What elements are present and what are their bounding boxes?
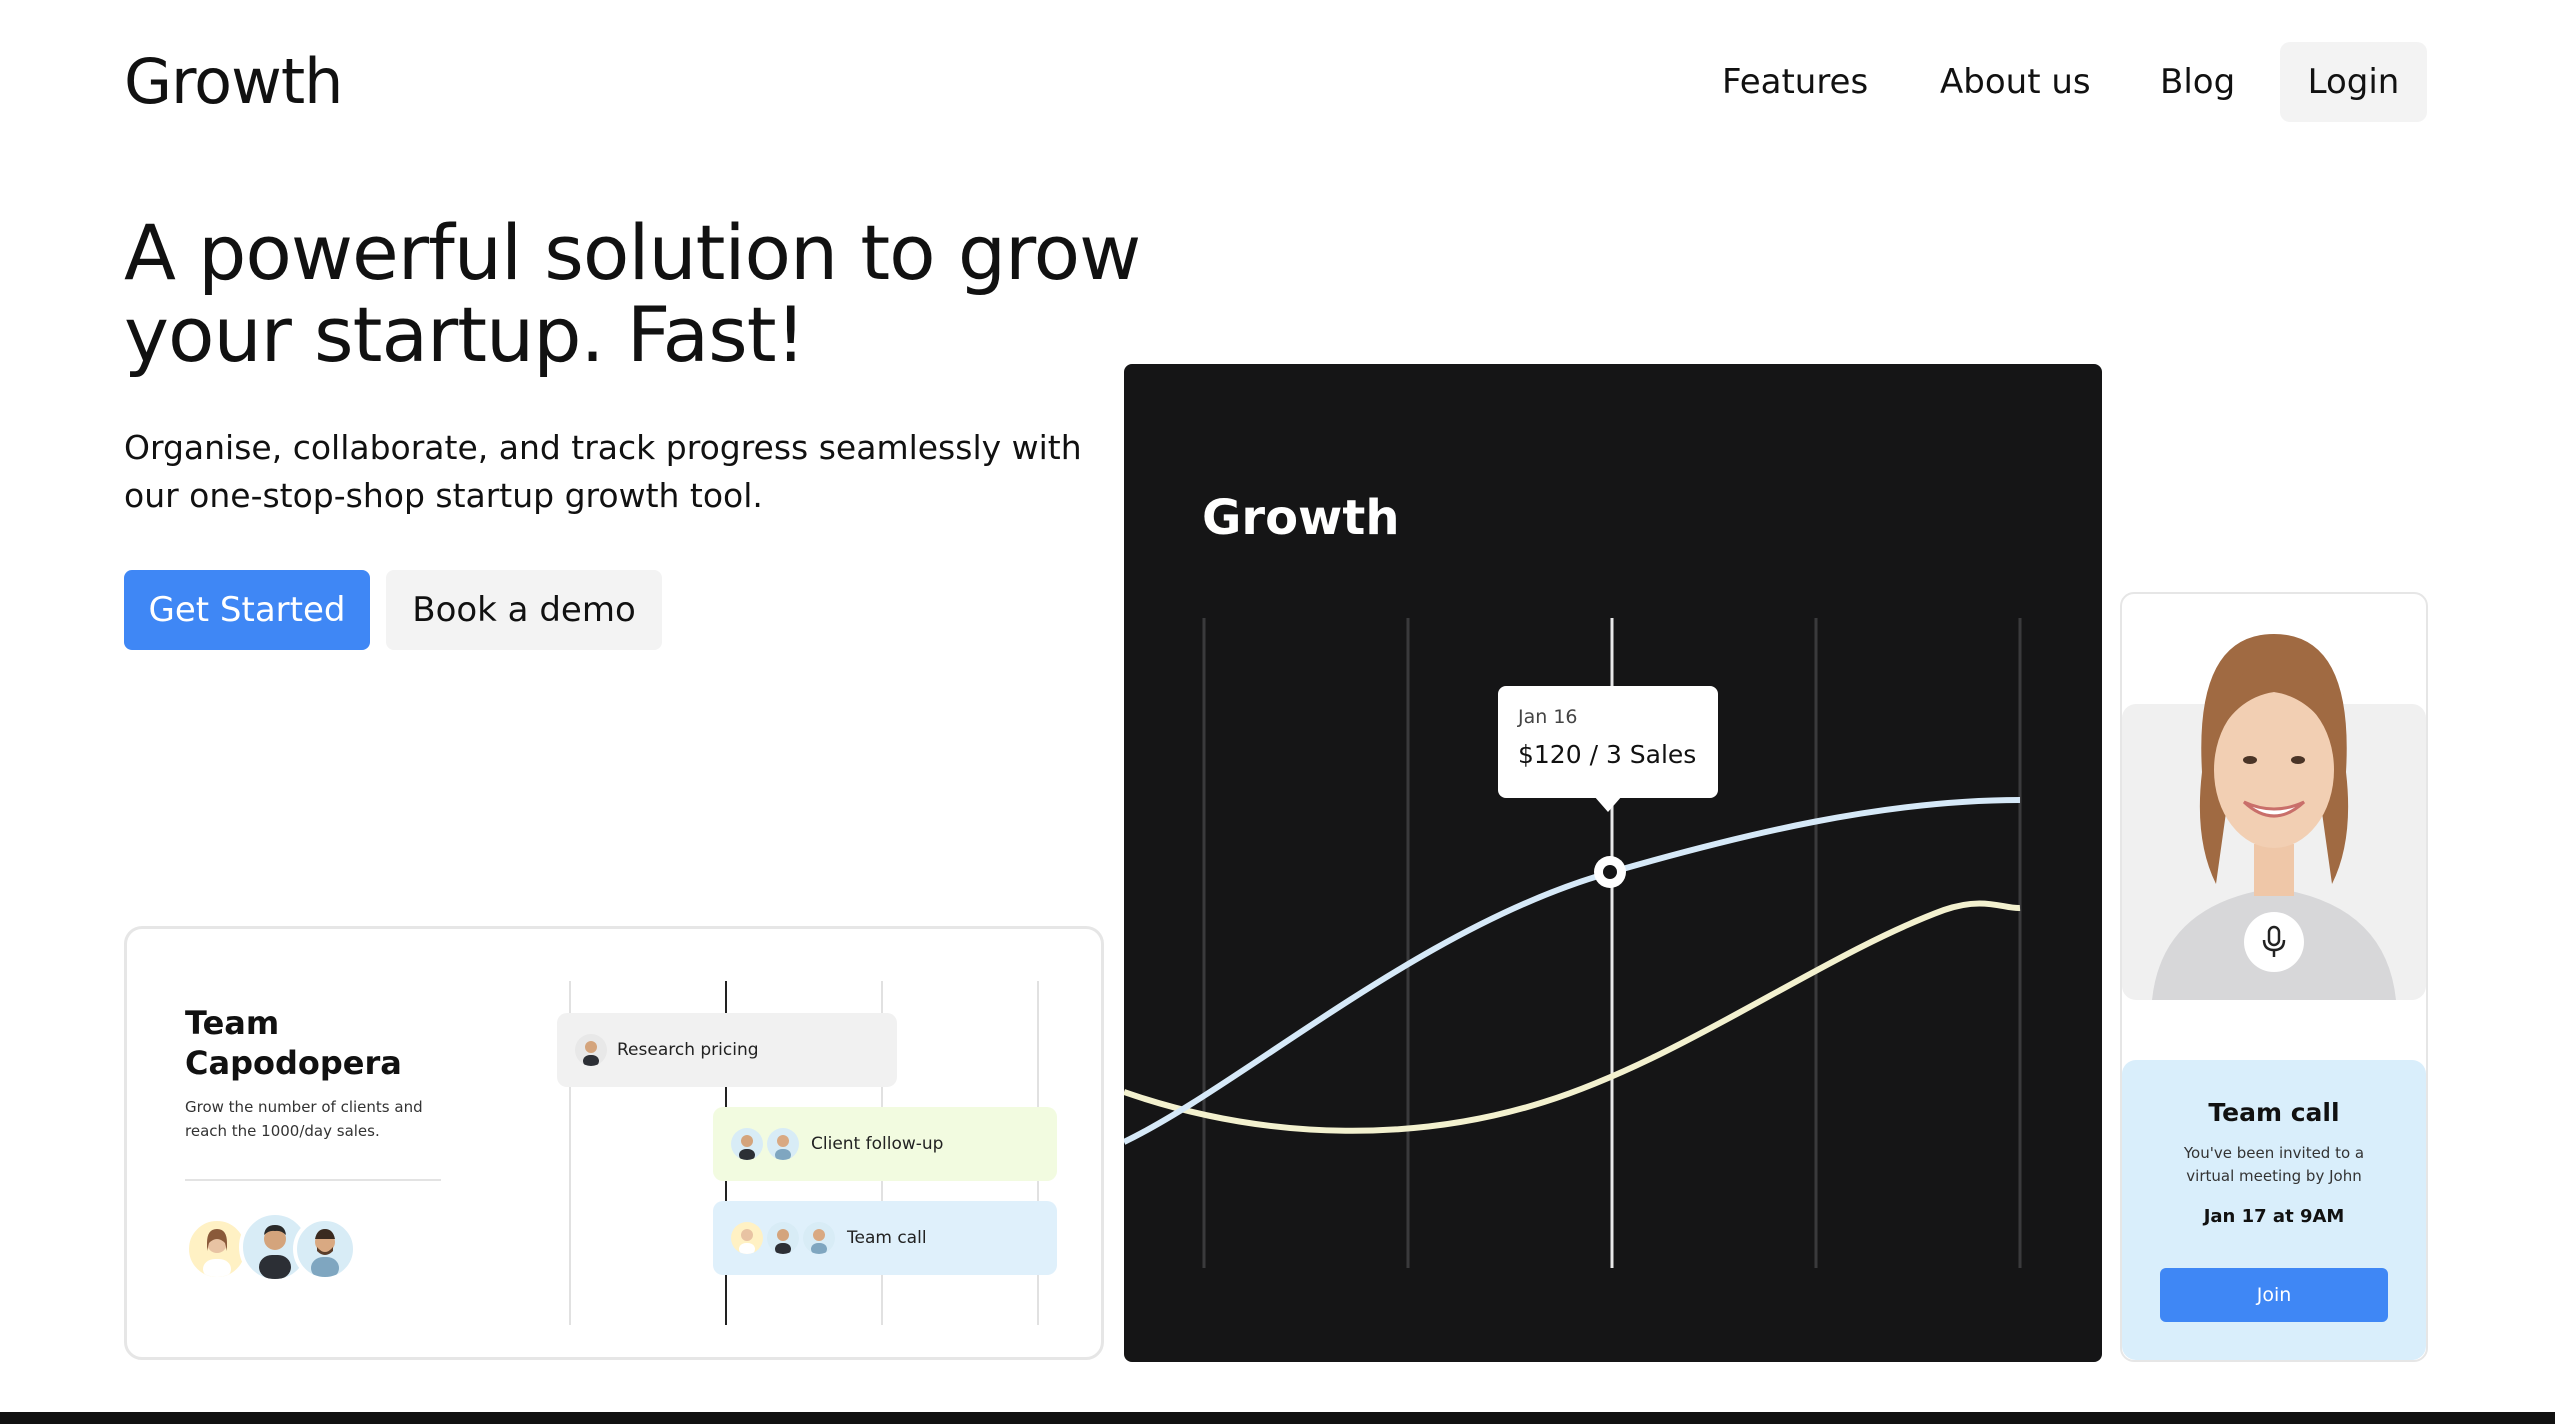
bottom-bar [0,1412,2555,1424]
join-button[interactable]: Join [2160,1268,2388,1322]
call-title: Team call [2208,1098,2340,1127]
book-demo-button[interactable]: Book a demo [386,570,662,650]
hero-title: A powerful solution to grow your startup… [124,208,1141,379]
task-research-pricing[interactable]: Research pricing [557,1013,897,1087]
growth-chart-card: Growth Jan 16 $120 / 3 Sales [1124,364,2102,1362]
team-description: Grow the number of clients and reach the… [185,1098,423,1140]
avatar [731,1128,763,1160]
tooltip-date: Jan 16 [1518,706,1578,728]
microphone-button[interactable] [2244,912,2304,972]
team-name: Team Capodopera [185,1004,402,1082]
chart-tooltip: Jan 16 $120 / 3 Sales [1498,686,1718,812]
avatar [767,1128,799,1160]
task-label: Client follow-up [811,1134,944,1154]
get-started-button[interactable]: Get Started [124,570,370,650]
avatar [575,1034,607,1066]
avatar [803,1222,835,1254]
chart-data-point-center [1603,865,1617,879]
task-label: Team call [847,1228,927,1248]
chart-series-secondary [1124,900,2021,1134]
avatar [293,1217,357,1281]
nav-link-about-us-label: About us [1940,62,2091,102]
nav-link-blog-label: Blog [2160,62,2236,102]
brand-logo[interactable]: Growth [124,42,343,122]
task-label: Research pricing [617,1040,759,1060]
tooltip-arrow [1594,796,1622,812]
nav-link-features-label: Features [1722,62,1869,102]
avatar [767,1222,799,1254]
nav-link-blog[interactable]: Blog [2160,42,2235,122]
login-button[interactable]: Login [2280,42,2427,122]
call-time: Jan 17 at 9AM [2203,1206,2345,1227]
growth-chart [1124,618,2022,1268]
hero-subtitle: Organise, collaborate, and track progres… [124,428,1082,515]
call-description: You've been invited to a virtual meeting… [2183,1144,2365,1185]
nav-link-features[interactable]: Features [1722,42,1868,122]
video-call-card: Team call You've been invited to a virtu… [2120,592,2428,1362]
task-team-call[interactable]: Team call [713,1201,1057,1275]
task-client-follow-up[interactable]: Client follow-up [713,1107,1057,1181]
microphone-icon [2262,925,2286,957]
avatar [731,1222,763,1254]
team-card: Team Capodopera Grow the number of clien… [124,926,1104,1360]
nav-link-about-us[interactable]: About us [1940,42,2091,122]
team-divider [185,1179,441,1181]
tooltip-value: $120 / 3 Sales [1518,740,1697,769]
call-invite-panel: Team call You've been invited to a virtu… [2122,1060,2426,1360]
